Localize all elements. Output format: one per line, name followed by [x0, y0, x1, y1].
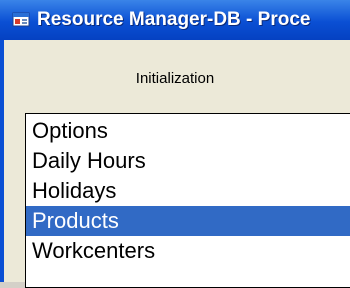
- window-title: Resource Manager-DB - Proce: [37, 9, 311, 30]
- list-item-holidays[interactable]: Holidays: [26, 176, 350, 206]
- list-item-options[interactable]: Options: [26, 116, 350, 146]
- list-item-daily-hours[interactable]: Daily Hours: [26, 146, 350, 176]
- title-bar[interactable]: Resource Manager-DB - Proce: [0, 0, 350, 40]
- section-label: Initialization: [135, 70, 215, 87]
- initialization-listbox[interactable]: Options Daily Hours Holidays Products Wo…: [25, 113, 350, 288]
- list-item-products[interactable]: Products: [26, 206, 350, 236]
- app-window-icon[interactable]: [12, 11, 30, 28]
- list-item-workcenters[interactable]: Workcenters: [26, 236, 350, 266]
